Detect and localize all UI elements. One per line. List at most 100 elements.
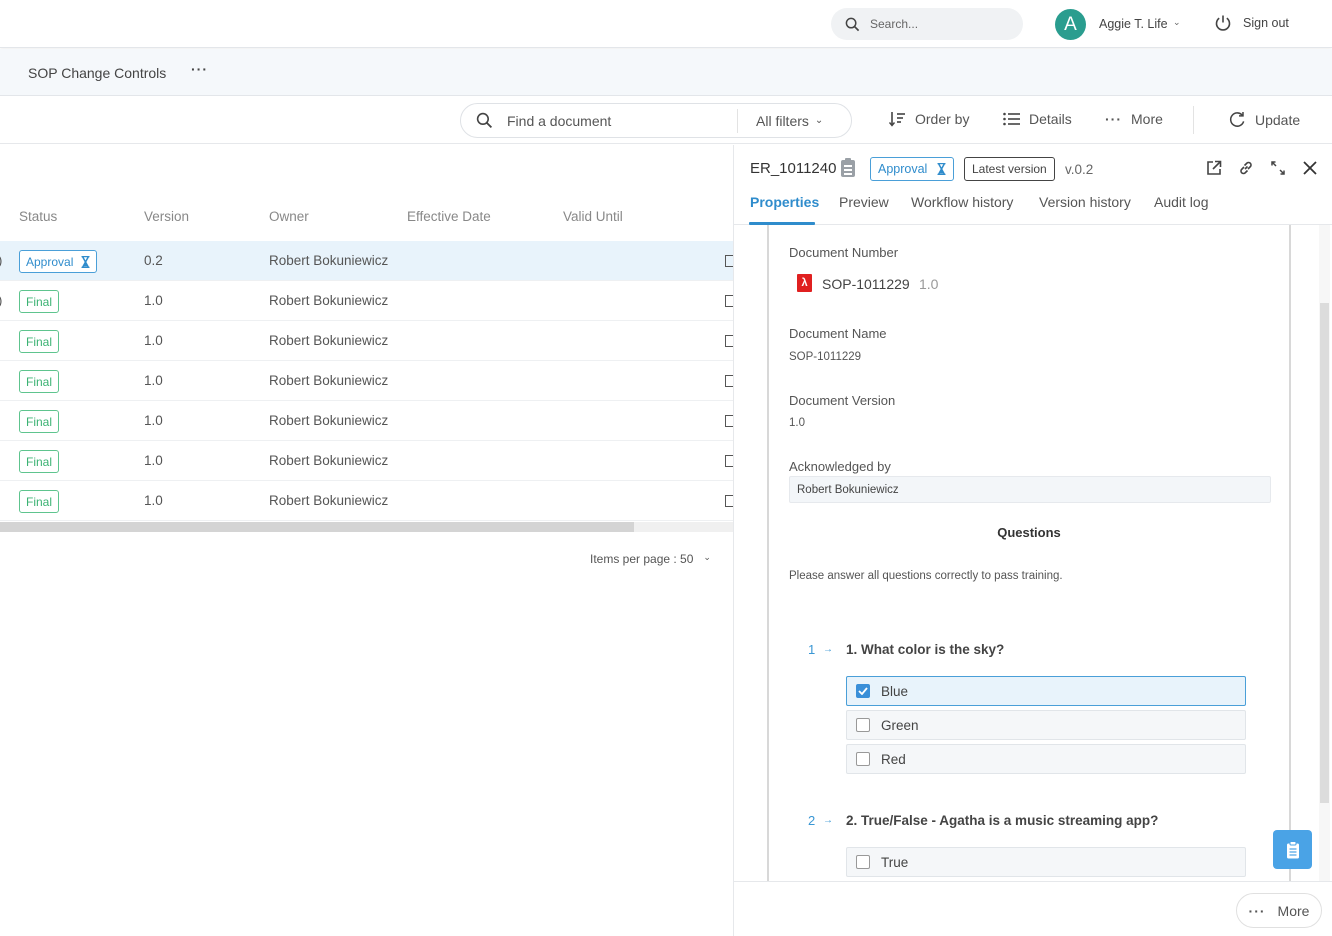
answer-option[interactable]: True: [846, 847, 1246, 877]
items-per-page-select[interactable]: Items per page : 50 ⌄: [590, 552, 711, 566]
row-action-icon[interactable]: [725, 415, 733, 427]
table-row[interactable]: ) Final 1.0 Robert Bokuniewicz: [0, 281, 733, 321]
column-header-owner[interactable]: Owner: [269, 209, 309, 224]
row-action-icon[interactable]: [725, 335, 733, 347]
owner-cell: Robert Bokuniewicz: [269, 373, 389, 388]
checkbox[interactable]: [856, 855, 870, 869]
all-filters-label: All filters: [756, 112, 809, 129]
checklist-button[interactable]: [1273, 830, 1312, 869]
owner-cell: Robert Bokuniewicz: [269, 293, 389, 308]
arrow-right-icon: →: [823, 644, 833, 655]
table-row[interactable]: Final 1.0 Robert Bokuniewicz: [0, 321, 733, 361]
more-label: More: [1131, 111, 1163, 127]
link-icon[interactable]: [1236, 158, 1256, 178]
question-text: 1. What color is the sky?: [846, 642, 1005, 657]
row-action-icon[interactable]: [725, 455, 733, 467]
acknowledged-by-label: Acknowledged by: [789, 459, 891, 474]
clipboard-icon[interactable]: [841, 158, 855, 177]
column-header-status[interactable]: Status: [19, 209, 57, 224]
tab-version-history[interactable]: Version history: [1039, 194, 1131, 210]
open-external-icon[interactable]: [1204, 158, 1224, 178]
document-number-label: Document Number: [789, 245, 899, 260]
update-button[interactable]: Update: [1229, 111, 1300, 128]
version-label: v.0.2: [1065, 162, 1094, 177]
checkbox[interactable]: [856, 752, 870, 766]
update-label: Update: [1255, 111, 1301, 128]
document-version-value: 1.0: [789, 417, 805, 429]
scrollbar-thumb[interactable]: [1320, 303, 1329, 803]
order-by-label: Order by: [915, 111, 970, 127]
more-dots-icon: ···: [1248, 902, 1266, 919]
items-per-page-label: Items per page : 50: [590, 552, 694, 566]
details-button[interactable]: Details: [1003, 111, 1072, 127]
expand-icon[interactable]: [1268, 158, 1288, 178]
owner-cell: Robert Bokuniewicz: [269, 253, 389, 268]
row-action-icon[interactable]: [725, 495, 733, 507]
status-label: Final: [26, 374, 53, 389]
owner-cell: Robert Bokuniewicz: [269, 333, 389, 348]
tab-audit-log[interactable]: Audit log: [1154, 194, 1208, 210]
document-name-label: Document Name: [789, 326, 887, 341]
power-icon: [1215, 15, 1231, 31]
panel-more-label: More: [1277, 902, 1310, 919]
chevron-down-icon: ⌄: [703, 552, 711, 562]
document-number-link[interactable]: SOP-1011229: [822, 276, 910, 292]
table-row[interactable]: ) Approval 0.2 Robert Bokuniewicz: [0, 241, 733, 281]
table-row[interactable]: Final 1.0 Robert Bokuniewicz: [0, 401, 733, 441]
version-cell: 1.0: [144, 413, 163, 428]
scrollbar-thumb[interactable]: [0, 522, 634, 532]
answer-option[interactable]: Red: [846, 744, 1246, 774]
row-action-icon[interactable]: [725, 295, 733, 307]
panel-more-button[interactable]: ··· More: [1236, 893, 1322, 928]
top-bar: Search... A Aggie T. Life ⌄ Sign out: [0, 0, 1332, 48]
user-name[interactable]: Aggie T. Life: [1099, 17, 1168, 31]
all-filters-dropdown[interactable]: All filters ⌄: [756, 113, 823, 129]
pdf-icon: λ: [797, 274, 812, 292]
checkbox[interactable]: [856, 718, 870, 732]
row-action-icon[interactable]: [725, 375, 733, 387]
table-row[interactable]: Final 1.0 Robert Bokuniewicz: [0, 481, 733, 521]
hourglass-icon: [937, 163, 946, 175]
column-header-effective-date[interactable]: Effective Date: [407, 209, 491, 224]
more-button[interactable]: ··· More: [1105, 111, 1163, 127]
close-icon[interactable]: [1300, 158, 1320, 178]
tab-preview[interactable]: Preview: [839, 194, 889, 210]
version-cell: 1.0: [144, 453, 163, 468]
question-text: 2. True/False - Agatha is a music stream…: [846, 813, 1159, 828]
chevron-down-icon[interactable]: ⌄: [1173, 17, 1181, 28]
column-header-valid-until[interactable]: Valid Until: [563, 209, 623, 224]
status-badge: Approval: [870, 157, 955, 181]
row-action-icon[interactable]: [725, 255, 733, 267]
status-badge: Final: [19, 330, 60, 353]
checkbox-checked[interactable]: [856, 684, 870, 698]
document-version-label: Document Version: [789, 393, 896, 408]
answer-option[interactable]: Blue: [846, 676, 1246, 706]
horizontal-scrollbar[interactable]: [0, 522, 733, 532]
status-label: Approval: [26, 254, 74, 269]
sign-out-label: Sign out: [1243, 16, 1289, 30]
tab-workflow-history[interactable]: Workflow history: [911, 194, 1013, 210]
answer-option[interactable]: Green: [846, 710, 1246, 740]
documents-table: Status Version Owner Effective Date Vali…: [0, 145, 733, 936]
column-header-version[interactable]: Version: [144, 209, 189, 224]
details-label: Details: [1029, 111, 1072, 127]
sign-out-button[interactable]: Sign out: [1214, 14, 1289, 32]
version-cell: 1.0: [144, 333, 163, 348]
avatar[interactable]: A: [1055, 9, 1086, 40]
properties-card: Document Number λ SOP-1011229 1.0 Docume…: [767, 225, 1291, 881]
answer-label: True: [881, 854, 909, 870]
vertical-scrollbar[interactable]: [1319, 225, 1330, 881]
status-badge: Final: [19, 290, 60, 313]
section-title[interactable]: SOP Change Controls: [28, 65, 166, 81]
order-by-button[interactable]: Order by: [889, 111, 969, 127]
find-document-input[interactable]: Find a document All filters ⌄: [460, 103, 852, 138]
acknowledged-by-field[interactable]: Robert Bokuniewicz: [789, 476, 1271, 503]
global-search-input[interactable]: Search...: [831, 8, 1023, 40]
questions-intro: Please answer all questions correctly to…: [789, 570, 1063, 582]
table-row[interactable]: Final 1.0 Robert Bokuniewicz: [0, 361, 733, 401]
document-number-version: 1.0: [919, 276, 939, 292]
version-cell: 1.0: [144, 373, 163, 388]
table-row[interactable]: Final 1.0 Robert Bokuniewicz: [0, 441, 733, 481]
section-more-button[interactable]: ···: [191, 61, 208, 77]
tab-properties[interactable]: Properties: [750, 194, 819, 210]
